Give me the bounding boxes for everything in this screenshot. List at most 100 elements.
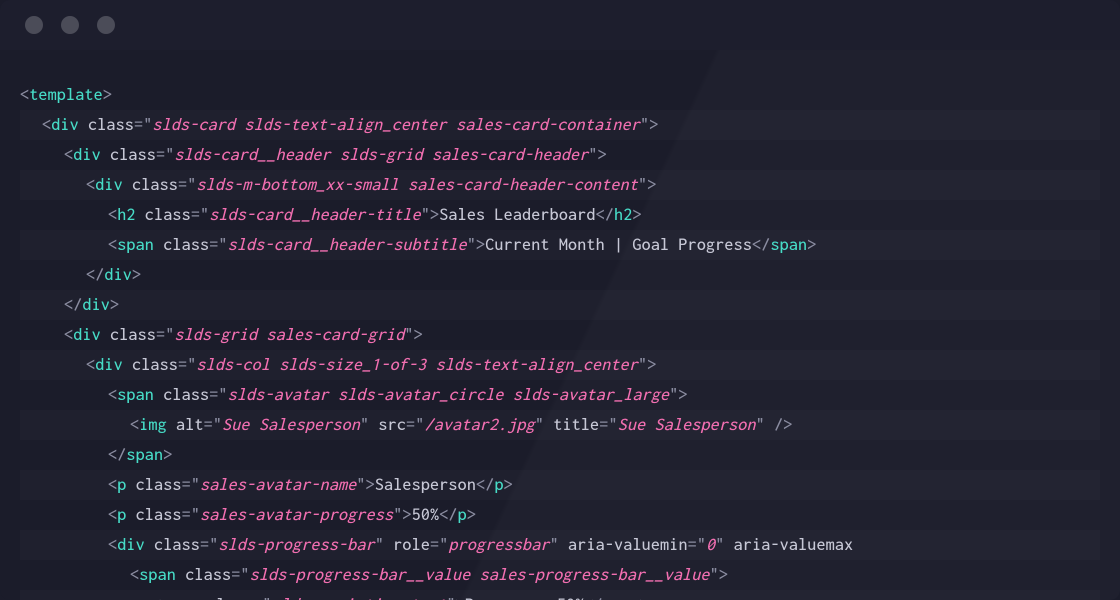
code-line[interactable]: </div> [20, 290, 1100, 320]
code-token: span [117, 236, 154, 254]
code-token: " [360, 416, 369, 434]
code-token: > [163, 446, 172, 464]
code-token: = [204, 416, 213, 434]
code-token: slds-card__header-subtitle [228, 236, 467, 254]
code-token: < [86, 176, 95, 194]
code-token: < [108, 476, 117, 494]
code-token: = [182, 476, 191, 494]
code-token: = [430, 536, 439, 554]
code-token: </ [108, 446, 126, 464]
code-token: span [770, 236, 807, 254]
code-token: Salesperson [375, 476, 476, 494]
code-token: = [182, 506, 191, 524]
code-token: " [240, 566, 249, 584]
window-minimize-dot[interactable] [61, 16, 79, 34]
code-line[interactable]: <div class="slds-card slds-text-align_ce… [20, 110, 1100, 140]
code-line[interactable]: <div class="slds-card__header slds-grid … [20, 140, 1100, 170]
code-token: " [191, 506, 200, 524]
code-token: class [154, 236, 209, 254]
code-token: </ [64, 296, 82, 314]
code-line[interactable]: <p class="sales-avatar-progress">50%</p> [20, 500, 1100, 530]
code-token: </ [584, 596, 602, 600]
code-token: " [697, 536, 706, 554]
code-token: slds-grid sales-card-grid [174, 326, 404, 344]
window-close-dot[interactable] [25, 16, 43, 34]
code-line[interactable]: <div class="slds-m-bottom_xx-small sales… [20, 170, 1100, 200]
editor-window: <template><div class="slds-card slds-tex… [0, 0, 1120, 600]
code-token: h2 [117, 206, 135, 224]
code-editor[interactable]: <template><div class="slds-card slds-tex… [0, 50, 1120, 600]
code-token: 50% [412, 506, 440, 524]
code-token: span [161, 596, 198, 600]
code-token: Sales Leaderboard [439, 206, 595, 224]
code-token: class [126, 506, 181, 524]
code-token: div [73, 326, 101, 344]
code-token: </ [86, 266, 104, 284]
code-token: class [154, 386, 209, 404]
code-line[interactable]: <template> [20, 80, 1100, 110]
code-token: aria-valuemax [724, 536, 853, 554]
code-line[interactable]: <div class="slds-progress-bar" role="pro… [20, 530, 1100, 560]
code-line[interactable]: </div> [20, 260, 1100, 290]
code-token: span [117, 386, 154, 404]
code-token: = [688, 536, 697, 554]
code-token: </ [439, 506, 457, 524]
code-token: template [29, 86, 103, 104]
code-line[interactable]: <img alt="Sue Salesperson" src="/avatar2… [20, 410, 1100, 440]
code-token: sales-avatar-progress [200, 506, 393, 524]
code-line[interactable]: <p class="sales-avatar-name">Salesperson… [20, 470, 1100, 500]
code-token: </ [752, 236, 770, 254]
code-line[interactable]: <span class="slds-card__header-subtitle"… [20, 230, 1100, 260]
code-token: p [494, 476, 503, 494]
code-line[interactable]: <span class="slds-assistive-text">Progre… [20, 590, 1100, 600]
code-token: slds-progress-bar__value sales-progress-… [250, 566, 710, 584]
code-token: " [535, 416, 544, 434]
code-token: " [608, 416, 617, 434]
code-token: < [130, 416, 139, 434]
code-token: " [550, 536, 559, 554]
code-token: < [64, 146, 73, 164]
code-token: div [73, 146, 101, 164]
code-token: = [406, 416, 415, 434]
code-token: " [218, 386, 227, 404]
code-token: span [126, 446, 163, 464]
code-token: span [603, 596, 640, 600]
code-token: Current Month | Goal Progress [485, 236, 752, 254]
code-token: < [64, 326, 73, 344]
code-token: " [218, 236, 227, 254]
code-token: span [139, 566, 176, 584]
code-line[interactable]: <span class="slds-progress-bar__value sa… [20, 560, 1100, 590]
code-token: "> [588, 146, 606, 164]
code-token: </ [596, 206, 614, 224]
code-token: title [544, 416, 599, 434]
code-token: = [156, 326, 165, 344]
code-token: div [51, 116, 79, 134]
code-token: < [86, 356, 95, 374]
code-token: "> [421, 206, 439, 224]
code-line[interactable]: <span class="slds-avatar slds-avatar_cir… [20, 380, 1100, 410]
code-token: Sue Salesperson [222, 416, 360, 434]
code-token: = [134, 116, 143, 134]
code-token: slds-progress-bar [218, 536, 374, 554]
code-token: = [191, 206, 200, 224]
code-token: " [191, 476, 200, 494]
code-token: role [384, 536, 430, 554]
code-token: "> [356, 476, 374, 494]
code-token: slds-assistive-text [272, 596, 447, 600]
code-token: = [178, 356, 187, 374]
code-line[interactable]: <div class="slds-grid sales-card-grid"> [20, 320, 1100, 350]
code-token: class [101, 326, 156, 344]
code-token: div [104, 266, 132, 284]
code-token: Progress: 50% [465, 596, 585, 600]
code-token: 0 [706, 536, 715, 554]
code-token: "> [446, 596, 464, 600]
code-token: class [126, 476, 181, 494]
code-line[interactable]: <h2 class="slds-card__header-title">Sale… [20, 200, 1100, 230]
code-token: </ [476, 476, 494, 494]
code-token: class [101, 146, 156, 164]
code-line[interactable]: <div class="slds-col slds-size_1-of-3 sl… [20, 350, 1100, 380]
code-line[interactable]: </span> [20, 440, 1100, 470]
window-maximize-dot[interactable] [97, 16, 115, 34]
code-token: slds-m-bottom_xx-small sales-card-header… [196, 176, 638, 194]
code-token: div [117, 536, 145, 554]
